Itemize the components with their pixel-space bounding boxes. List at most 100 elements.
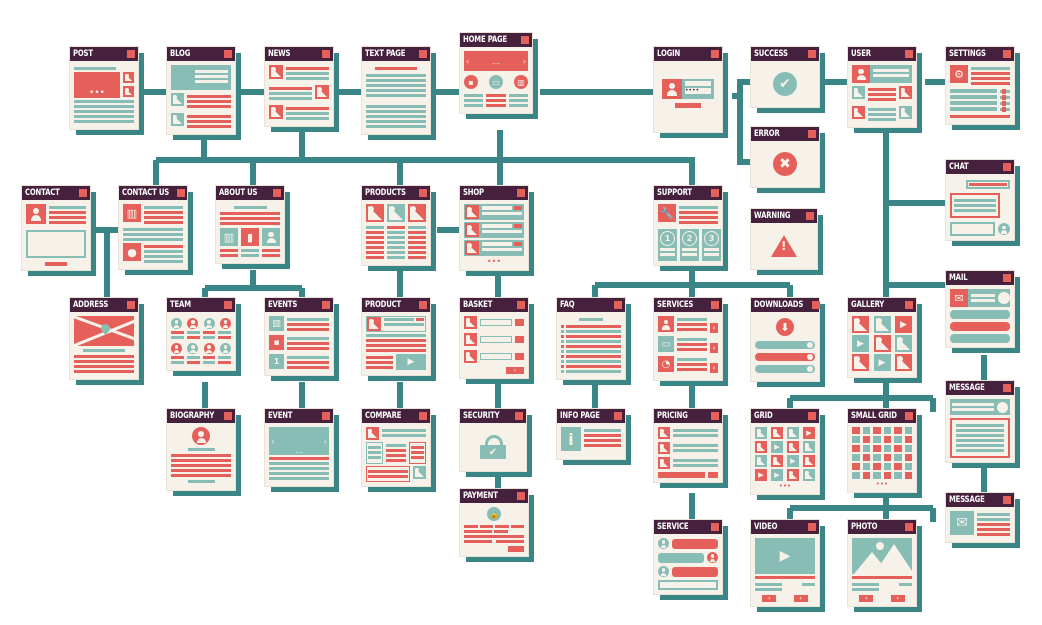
prev-button[interactable]: ‹	[859, 595, 874, 602]
page-node-downloads[interactable]: DOWNLOADS ⬇	[751, 298, 825, 387]
grid-cell[interactable]	[862, 445, 870, 452]
window-button[interactable]	[808, 523, 816, 531]
toggle-switch[interactable]	[1000, 100, 1010, 106]
page-node-text-page[interactable]: TEXT PAGE	[362, 47, 436, 140]
window-button[interactable]	[1003, 384, 1011, 392]
page-node-contact-us[interactable]: CONTACT US ▥ ●	[119, 186, 193, 275]
faq-item[interactable]	[561, 350, 621, 353]
chevron-right-icon[interactable]: ›	[523, 57, 526, 66]
window-button[interactable]	[177, 189, 186, 197]
page-node-warning[interactable]: WARNING !	[751, 209, 823, 275]
download-item[interactable]	[755, 353, 815, 361]
window-button[interactable]	[127, 301, 135, 309]
window-button[interactable]	[905, 412, 913, 420]
chevron-right-icon[interactable]: ›	[710, 323, 718, 333]
submit-button[interactable]	[45, 262, 67, 266]
window-button[interactable]	[806, 212, 814, 220]
page-node-services[interactable]: SERVICES › ▭ › ◔ ›	[654, 298, 728, 386]
pagination-dots[interactable]: •••	[464, 258, 524, 266]
page-node-chat[interactable]: CHAT	[946, 160, 1020, 246]
grid-cell[interactable]	[904, 472, 912, 479]
page-node-address[interactable]: ADDRESS	[70, 298, 144, 385]
window-button[interactable]	[273, 189, 281, 197]
page-node-payment[interactable]: PAYMENT 🔒	[460, 489, 534, 562]
window-button[interactable]	[711, 301, 719, 309]
page-node-security[interactable]: SECURITY ✔	[460, 409, 532, 477]
page-node-support[interactable]: SUPPORT 🔧 1 2 3	[654, 186, 728, 271]
window-button[interactable]	[517, 301, 525, 309]
faq-item[interactable]	[561, 360, 621, 363]
window-button[interactable]	[711, 412, 719, 420]
play-icon[interactable]: ▶	[755, 538, 815, 574]
page-node-service[interactable]: SERVICE	[654, 520, 728, 600]
chevron-right-icon[interactable]: ›	[324, 437, 327, 446]
faq-item[interactable]	[561, 345, 621, 348]
page-node-post[interactable]: POST •••	[70, 47, 144, 135]
chevron-left-icon[interactable]: ‹	[466, 57, 469, 66]
grid-cell[interactable]	[883, 436, 891, 443]
window-button[interactable]	[711, 523, 719, 531]
mail-item[interactable]	[950, 310, 1010, 319]
window-button[interactable]	[1003, 50, 1011, 58]
page-node-error[interactable]: ERROR ✖	[751, 127, 825, 193]
page-node-event[interactable]: EVENT ‹... ›	[265, 409, 339, 492]
grid-cell[interactable]	[862, 427, 870, 434]
grid-cell[interactable]	[894, 427, 902, 434]
login-button[interactable]	[675, 103, 701, 108]
page-node-user[interactable]: USER	[848, 47, 922, 133]
window-button[interactable]	[811, 301, 820, 309]
play-icon[interactable]: ▶	[396, 354, 426, 370]
page-node-about-us[interactable]: ABOUT US ▥ ▮	[216, 186, 290, 269]
grid-cell[interactable]	[894, 463, 902, 470]
chevron-right-icon[interactable]: ›	[710, 363, 718, 373]
page-node-message-2[interactable]: MESSAGE ✉	[946, 493, 1020, 548]
page-node-events[interactable]: EVENTS ▥ ▪ 1	[265, 298, 339, 381]
grid-cell[interactable]	[862, 454, 870, 461]
pagination-dots[interactable]: •••	[852, 481, 912, 488]
window-button[interactable]	[1003, 163, 1011, 171]
chat-input[interactable]	[950, 222, 995, 236]
page-node-home-page[interactable]: HOME PAGE ‹... › ▪ ▭ ▥	[460, 33, 538, 119]
page-node-small-grid[interactable]: SMALL GRID •••	[848, 409, 922, 498]
page-node-pricing[interactable]: PRICING	[654, 409, 728, 488]
faq-item[interactable]	[561, 330, 621, 333]
page-node-video[interactable]: VIDEO ▶ ‹ ›	[751, 520, 825, 612]
page-node-team[interactable]: TEAM	[167, 298, 241, 376]
grid-cell[interactable]	[904, 427, 912, 434]
window-button[interactable]	[322, 301, 330, 309]
page-node-products[interactable]: PRODUCTS	[362, 186, 436, 271]
checkout-button[interactable]: ›	[506, 367, 524, 374]
page-node-product[interactable]: PRODUCT ▶	[362, 298, 436, 381]
prev-button[interactable]: ‹	[762, 595, 777, 602]
page-node-news[interactable]: NEWS	[265, 47, 339, 132]
window-button[interactable]	[1003, 496, 1011, 504]
grid-cell[interactable]	[852, 427, 860, 434]
window-button[interactable]	[808, 50, 816, 58]
grid-cell[interactable]	[883, 463, 891, 470]
window-button[interactable]	[905, 523, 913, 531]
chevron-right-icon[interactable]: ›	[710, 343, 718, 353]
window-button[interactable]	[419, 301, 427, 309]
window-button[interactable]	[127, 50, 135, 58]
window-button[interactable]	[419, 412, 427, 420]
window-button[interactable]	[905, 50, 913, 58]
mail-item[interactable]	[950, 322, 1010, 331]
next-button[interactable]: ›	[793, 595, 808, 602]
faq-item[interactable]	[561, 325, 621, 328]
grid-cell[interactable]	[852, 445, 860, 452]
page-node-contact[interactable]: CONTACT	[22, 186, 96, 276]
page-node-compare[interactable]: COMPARE	[362, 409, 436, 492]
faq-item[interactable]	[561, 340, 621, 343]
grid-cell[interactable]	[883, 427, 891, 434]
grid-cell[interactable]	[852, 436, 860, 443]
window-button[interactable]	[517, 189, 525, 197]
page-node-shop[interactable]: SHOP •••	[460, 186, 534, 276]
faq-item[interactable]	[561, 370, 621, 373]
chevron-left-icon[interactable]: ‹	[271, 437, 274, 446]
pagination-dots[interactable]: •••	[755, 483, 815, 490]
grid-cell[interactable]	[852, 463, 860, 470]
grid-cell[interactable]	[873, 445, 881, 452]
grid-cell[interactable]	[904, 445, 912, 452]
window-button[interactable]	[808, 130, 816, 138]
page-node-basket[interactable]: BASKET ›	[460, 298, 534, 384]
